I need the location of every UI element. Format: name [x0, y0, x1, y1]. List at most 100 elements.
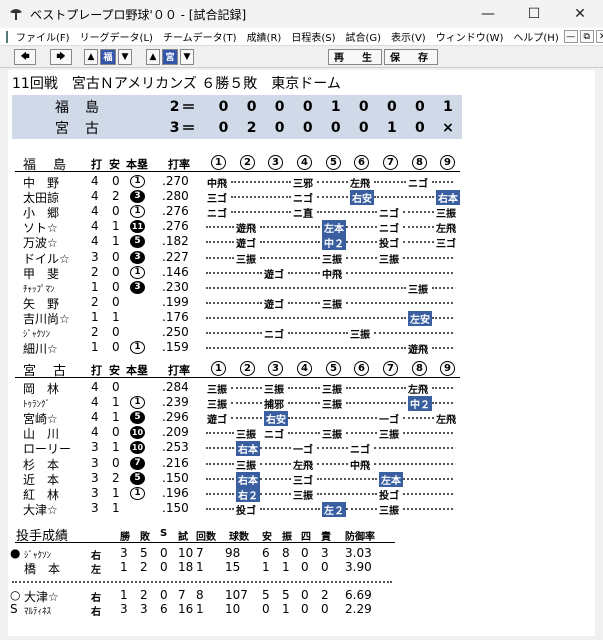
at-bat-result: 投ゴ [379, 490, 399, 502]
dotted-connector [231, 402, 262, 405]
menu-view[interactable]: 表示(V) [386, 29, 431, 44]
at-bat-result: 遊ゴ [236, 239, 256, 251]
pitcher-stat-er: 0 [321, 602, 329, 616]
dotted-connector [231, 417, 262, 420]
pitcher-stat-h: 1 [262, 560, 270, 574]
player-row[interactable]: 万波☆ 4 1 5.182 遊ゴ 中２ 投ゴ 三ゴ [8, 234, 595, 251]
game-header: 11回戦 宮古Ｎアメリカンズ ６勝５敗 東京ドーム [12, 76, 341, 92]
dotted-connector [206, 432, 234, 435]
prev-game-icon[interactable]: 🡄 [14, 48, 36, 65]
at-bat-result: 遊ゴ [264, 299, 284, 311]
menu-game[interactable]: 試合(G) [340, 29, 386, 44]
player-row[interactable]: ｼﾞｬｸｿﾝ 2 0 .250 ニゴ 三振 [8, 325, 595, 341]
player-row[interactable]: 岡 林 4 0.284 三振 三振 三振 左飛 [8, 380, 595, 396]
batting-header-hr: 本塁 [126, 158, 148, 171]
hits: 1 [112, 219, 120, 234]
player-row[interactable]: 小 郷 4 0 1.276 ニゴ ニ直 ニゴ 三振 [8, 204, 595, 220]
at-bats: 4 [91, 380, 99, 394]
pitcher-row[interactable]: 橋 本左 1 2 0 18 1 15 1 1 0 0 3.90 [8, 560, 595, 576]
inning-header: 5 [326, 155, 341, 170]
batting-average: .276 [162, 204, 189, 219]
hits: 0 [112, 340, 120, 355]
minimize-button[interactable]: — [465, 0, 511, 28]
home-run-badge: 1 [130, 175, 145, 188]
dotted-connector [346, 241, 377, 244]
pitcher-stat-h: 6 [262, 546, 270, 560]
player-row[interactable]: 近 本 3 2 5.150 右本 三ゴ 左本 [8, 471, 595, 487]
pitcher-stat-s: 0 [160, 588, 168, 602]
player-row[interactable]: 太田諒 4 2 3.280 三ゴ ニゴ 右安 右本 [8, 189, 595, 206]
at-bat-result: 一ゴ [293, 445, 313, 457]
pitcher-hand: 右 [91, 607, 101, 618]
menu-team-data[interactable]: チームデータ(T) [158, 29, 242, 44]
team2-up-icon[interactable]: ▲ [146, 48, 160, 65]
player-row[interactable]: 甲 斐 2 0 1.146 遊ゴ 中飛 [8, 265, 595, 281]
pitcher-row[interactable]: S ﾏﾙﾃｨﾈｽ右 3 3 6 16 1 10 0 1 0 0 2.29 [8, 602, 595, 618]
player-row[interactable]: 宮崎☆ 4 1 5.296 遊ゴ 右安 一ゴ 左飛 [8, 410, 595, 427]
inning-score: × [442, 120, 454, 136]
save-button[interactable]: 保 存 [384, 48, 438, 65]
team1-up-icon[interactable]: ▲ [84, 48, 98, 65]
player-row[interactable]: 矢 野 2 0.199 遊ゴ 三振 [8, 294, 595, 311]
mdi-restore-icon[interactable]: ⧉ [579, 30, 594, 43]
inning-score: 1 [443, 99, 453, 115]
player-row[interactable]: 大津☆ 3 1 .150 投ゴ 左２ 三振 [8, 501, 595, 517]
pitcher-row[interactable]: ○ 大津☆ 右 1 2 0 7 8 107 5 5 0 2 6.69 [8, 588, 595, 604]
hits: 1 [112, 485, 120, 500]
player-row[interactable]: 杉 本 3 0 7.216 三振 左飛 中飛 [8, 456, 595, 472]
dotted-connector [206, 316, 406, 319]
menu-league-data[interactable]: リーグデータ(L) [75, 29, 158, 44]
menu-schedule[interactable]: 日程表(S) [286, 29, 340, 44]
at-bat-result: 左本 [379, 471, 403, 487]
player-row[interactable]: 山 川 4 0 10.209 三振 ニゴ 三振 三振 [8, 425, 595, 441]
at-bat-result: 三振 [236, 460, 256, 472]
inning-number: 8 [412, 155, 427, 170]
team2-down-icon[interactable]: ▼ [180, 48, 194, 65]
maximize-button[interactable]: ☐ [511, 0, 557, 28]
batting-average: .199 [162, 294, 189, 309]
team1-down-icon[interactable]: ▼ [118, 48, 132, 65]
player-row[interactable]: ﾄｩﾗﾝｸﾞ 4 1 1.239 三振 捕邪 三振 中２ [8, 395, 595, 412]
dotted-connector [260, 462, 291, 465]
player-row[interactable]: 紅 林 3 1 1.196 右２ 三振 投ゴ [8, 485, 595, 502]
player-row[interactable]: ﾁｬｯﾌﾟﾏﾝ 1 0 3 .230 三振 [8, 280, 595, 296]
inning-number: 3 [268, 155, 283, 170]
player-row[interactable]: ローリー 3 1 10.253 右本 一ゴ ニゴ [8, 440, 595, 457]
menu-help[interactable]: ヘルプ(H) [508, 29, 563, 44]
pitcher-row[interactable]: ● ｼﾞｬｸｿﾝ右 3 5 0 10 7 98 6 8 0 3 3.03 [8, 546, 595, 562]
app-icon [10, 9, 22, 20]
mdi-controls: — ⧉ ✕ [563, 30, 603, 43]
team2-button[interactable]: 宮 [162, 48, 178, 65]
batting-average: .239 [162, 395, 189, 410]
dotted-connector [206, 347, 406, 350]
mdi-close-icon[interactable]: ✕ [595, 30, 603, 43]
document-icon[interactable] [6, 30, 8, 43]
replay-button[interactable]: 再 生 [328, 48, 382, 65]
dotted-connector [260, 447, 291, 450]
pitcher-stat-era: 2.29 [345, 602, 372, 616]
player-row[interactable]: ソト☆ 4 1 11.276 遊飛 左本 ニゴ 左飛 [8, 219, 595, 236]
dotted-connector [346, 271, 453, 274]
home-run-badge: 7 [130, 456, 145, 470]
pitcher-stat-np: 107 [225, 588, 248, 602]
mdi-minimize-icon[interactable]: — [563, 30, 578, 43]
pitcher-stat-era: 3.03 [345, 546, 372, 560]
next-game-icon[interactable]: 🡆 [50, 48, 72, 65]
close-button[interactable]: ✕ [557, 0, 603, 28]
dotted-connector [317, 447, 348, 450]
player-row[interactable]: ドイル☆ 3 0 3.227 三振 三振 三振 [8, 250, 595, 266]
at-bats: 2 [91, 294, 99, 309]
player-row[interactable]: 細川☆ 1 0 1 .159 遊飛 [8, 340, 595, 356]
dotted-connector [206, 271, 262, 274]
pitcher-stat-ip: 8 [196, 588, 204, 602]
hits: 1 [112, 395, 120, 410]
player-row[interactable]: 吉川尚☆ 1 1.176 左安 [8, 310, 595, 326]
menu-file[interactable]: ファイル(F) [11, 29, 75, 44]
dotted-connector [317, 477, 377, 480]
team1-button[interactable]: 福 [100, 48, 116, 65]
at-bat-result: 捕邪 [264, 400, 284, 412]
menu-window[interactable]: ウィンドウ(W) [431, 29, 509, 44]
player-row[interactable]: 中 野 4 0 1.270 中飛 三邪 左飛 ニゴ [8, 174, 595, 190]
pitcher-stat-so: 1 [282, 602, 290, 616]
menu-records[interactable]: 成績(R) [242, 29, 287, 44]
